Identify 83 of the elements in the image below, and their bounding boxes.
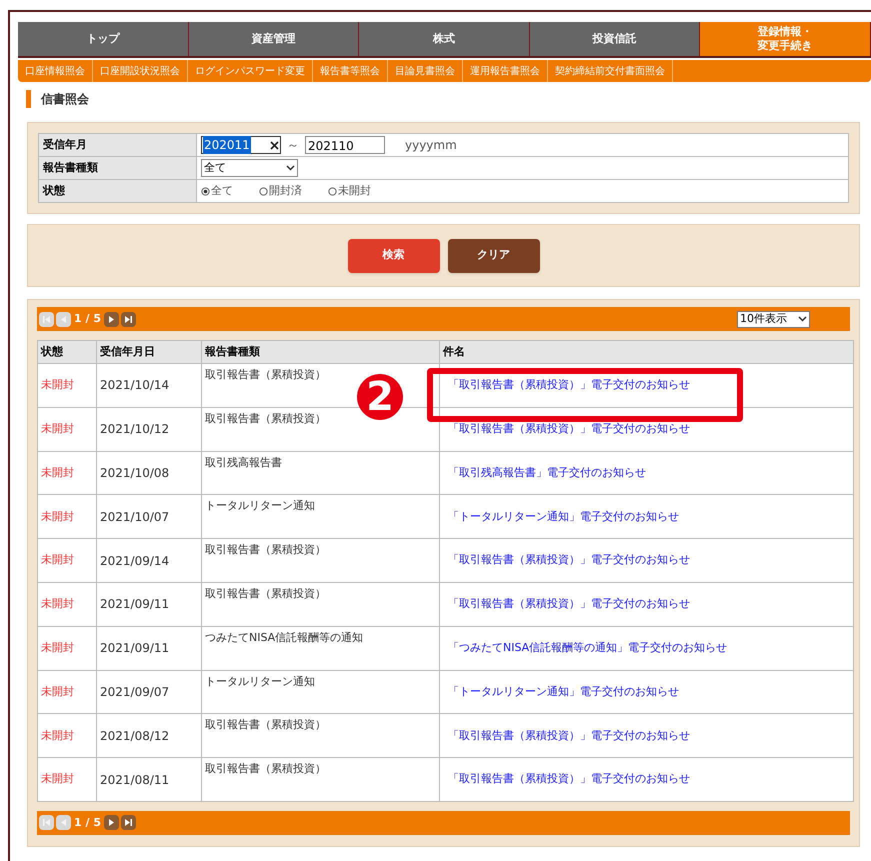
nav-tab[interactable]: トップ: [18, 22, 189, 56]
status-cell: 未開封: [38, 714, 96, 758]
status-radio[interactable]: 未開封: [328, 182, 371, 200]
column-header: 受信年月日: [96, 340, 202, 364]
skip-start-icon: [42, 818, 51, 828]
date-cell: 2021/09/11: [96, 626, 202, 670]
subject-link[interactable]: 「トータルリターン通知」電子交付のお知らせ: [448, 684, 679, 698]
subject-link[interactable]: 「トータルリターン通知」電子交付のお知らせ: [448, 510, 679, 523]
status-cell: 未開封: [38, 538, 96, 582]
status-cell: 未開封: [38, 451, 96, 495]
triangle-left-icon: [59, 314, 68, 324]
date-cell: 2021/10/07: [96, 494, 202, 539]
column-header: 報告書種類: [202, 340, 440, 364]
status-cell: 未開封: [38, 670, 96, 714]
status-cell: 未開封: [38, 364, 96, 408]
triangle-left-icon: [59, 818, 68, 828]
page-indicator: 1 / 5: [74, 310, 101, 327]
date-cell: 2021/08/11: [96, 758, 202, 802]
page-title: 信書照会: [41, 91, 89, 108]
form-label: 状態: [38, 180, 196, 202]
column-header: 状態: [38, 340, 96, 364]
radio-icon[interactable]: [259, 186, 268, 196]
report-type-cell: 取引残高報告書: [205, 456, 282, 469]
status-cell: 未開封: [38, 582, 96, 626]
status-cell: 未開封: [38, 626, 96, 670]
subject-link[interactable]: 「取引報告書（累積投資）」電子交付のお知らせ: [448, 728, 690, 742]
subject-link[interactable]: 「取引残高報告書」電子交付のお知らせ: [448, 466, 646, 479]
next-page-button[interactable]: [104, 815, 119, 830]
report-type-cell: トータルリターン通知: [205, 674, 315, 688]
report-type-select[interactable]: 全て: [201, 159, 298, 177]
last-page-button[interactable]: [120, 312, 136, 326]
subject-link[interactable]: 「取引報告書（累積投資）」電子交付のお知らせ: [448, 772, 690, 786]
range-separator: ～: [287, 137, 299, 154]
clear-button[interactable]: クリア: [448, 238, 540, 272]
close-icon[interactable]: [270, 140, 279, 150]
chevron-icon: [798, 316, 807, 322]
report-type-cell: 取引報告書（累積投資）: [205, 412, 326, 425]
skip-start-icon: [42, 314, 51, 324]
chevron-icon: [286, 165, 295, 171]
nav-tab[interactable]: 資産管理: [188, 22, 360, 56]
triangle-right-icon: [106, 314, 116, 324]
next-page-button[interactable]: [104, 312, 119, 326]
report-type-cell: つみたてNISA信託報酬等の通知: [205, 630, 364, 644]
report-type-cell: 取引報告書（累積投資）: [205, 586, 326, 600]
report-type-cell: 取引報告書（累積投資）: [205, 368, 326, 381]
page-indicator: 1 / 5: [74, 814, 101, 831]
skip-end-icon: [124, 818, 133, 828]
date-cell: 2021/09/07: [96, 670, 202, 714]
radio-icon[interactable]: [328, 186, 337, 196]
report-type-cell: 取引報告書（累積投資）: [205, 718, 326, 732]
search-button[interactable]: 検索: [348, 238, 440, 272]
date-cell: 2021/08/12: [96, 714, 202, 758]
report-type-cell: トータルリターン通知: [205, 499, 315, 512]
date-cell: 2021/10/08: [96, 451, 202, 495]
status-cell: 未開封: [38, 407, 96, 452]
report-type-cell: 取引報告書（累積投資）: [205, 762, 326, 776]
date-cell: 2021/10/14: [96, 364, 202, 408]
input-field[interactable]: 202011: [201, 136, 281, 154]
date-cell: 2021/09/11: [96, 582, 202, 626]
input-field[interactable]: 202110: [305, 136, 385, 154]
subject-link[interactable]: 「取引報告書（累積投資）」電子交付のお知らせ: [448, 597, 690, 610]
nav-tab[interactable]: 投資信託: [530, 22, 700, 56]
nav-tab[interactable]: 株式: [359, 22, 530, 56]
date-cell: 2021/10/12: [96, 407, 202, 452]
form-label: 受信年月: [38, 134, 196, 156]
format-hint: yyyymm: [405, 137, 457, 154]
triangle-right-icon: [106, 818, 116, 828]
last-page-button[interactable]: [120, 815, 136, 830]
status-radio[interactable]: 全て: [201, 182, 233, 200]
skip-end-icon: [124, 314, 133, 324]
status-radio[interactable]: 開封済: [259, 182, 302, 200]
title-marker: [26, 90, 31, 108]
form-label: 報告書種類: [38, 156, 196, 180]
report-type-cell: 取引報告書（累積投資）: [205, 543, 326, 556]
subject-link[interactable]: 「取引報告書（累積投資）」電子交付のお知らせ: [448, 553, 690, 566]
status-cell: 未開封: [38, 758, 96, 802]
date-cell: 2021/09/14: [96, 538, 202, 582]
radio-icon[interactable]: [201, 186, 210, 196]
column-header: 件名: [440, 340, 854, 364]
subject-link[interactable]: 「取引報告書（累積投資）」電子交付のお知らせ: [448, 422, 690, 435]
status-cell: 未開封: [38, 494, 96, 539]
subject-link[interactable]: 「取引報告書（累積投資）」電子交付のお知らせ: [448, 378, 690, 392]
per-page-select[interactable]: 10件表示: [737, 310, 810, 328]
